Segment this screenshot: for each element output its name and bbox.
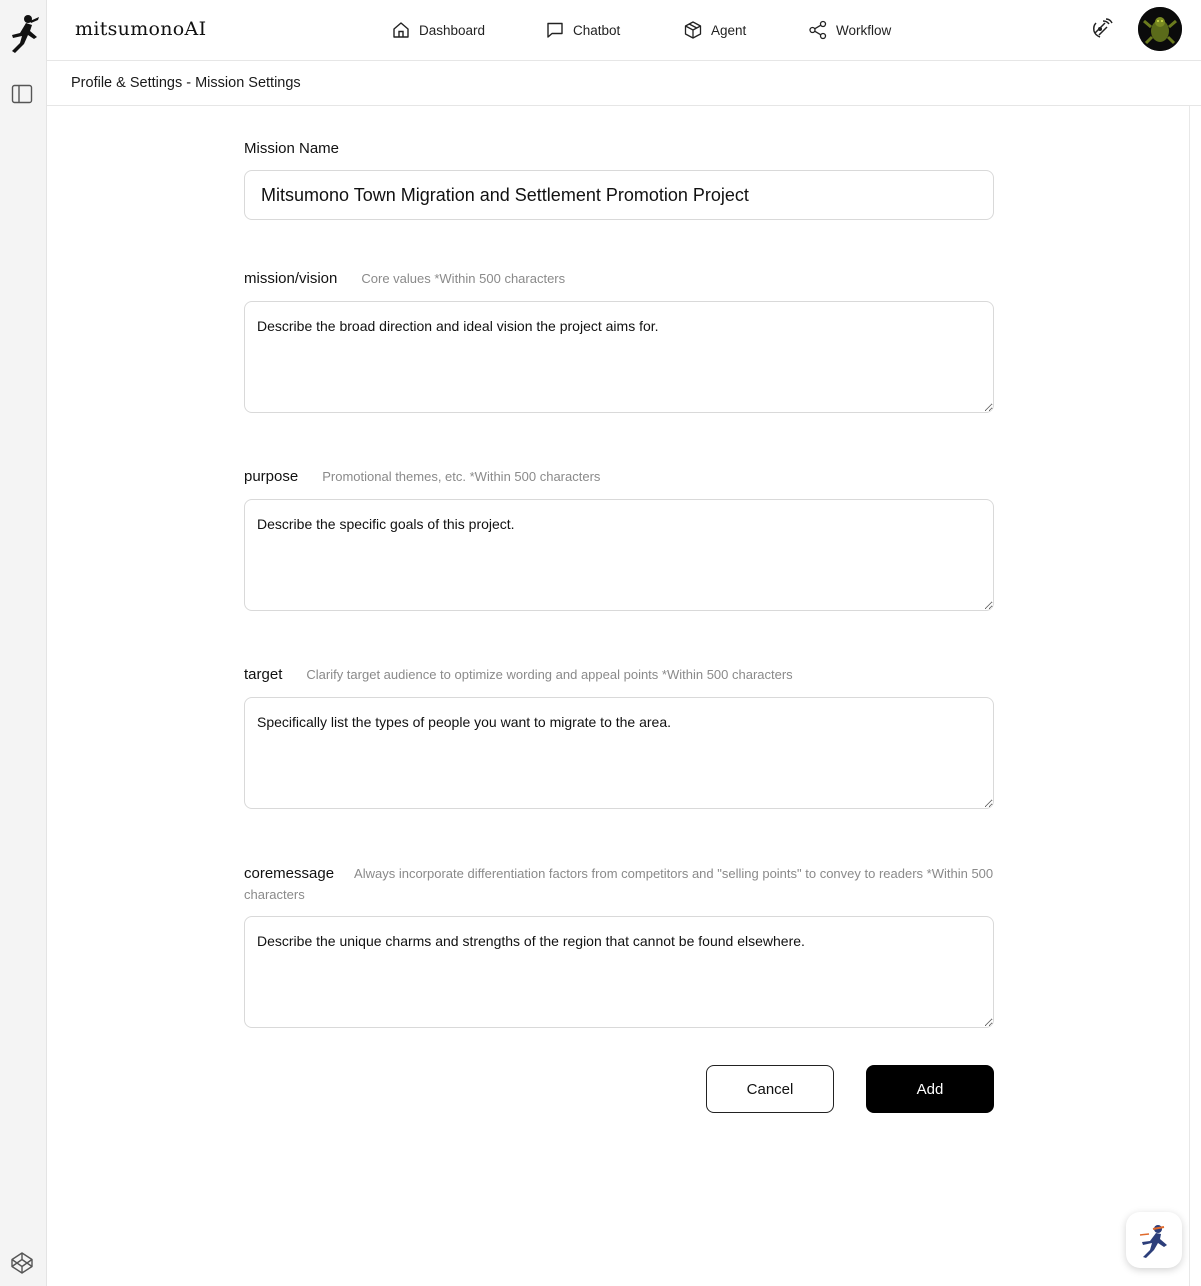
- nav-chatbot-label: Chatbot: [573, 22, 621, 38]
- mission-vision-label: mission/vision: [244, 270, 338, 287]
- sidebar-toggle-icon[interactable]: [11, 83, 33, 105]
- target-hint: Clarify target audience to optimize word…: [306, 667, 793, 682]
- mission-vision-hint: Core values *Within 500 characters: [361, 271, 566, 286]
- target-label-row: target Clarify target audience to optimi…: [244, 666, 793, 683]
- cube-icon: [684, 21, 702, 39]
- floating-helper-button[interactable]: [1126, 1212, 1182, 1268]
- signal-icon[interactable]: [1088, 17, 1114, 43]
- chat-bubble-icon: [547, 22, 563, 38]
- add-button[interactable]: Add: [866, 1065, 994, 1113]
- target-textarea[interactable]: [244, 697, 994, 809]
- breadcrumb: Profile & Settings - Mission Settings: [71, 75, 301, 91]
- home-icon: [393, 22, 409, 38]
- share-nodes-icon: [809, 20, 827, 40]
- nav-workflow[interactable]: Workflow: [808, 18, 891, 42]
- coremessage-label-row: coremessage Always incorporate differenti…: [244, 863, 994, 905]
- coremessage-textarea[interactable]: [244, 916, 994, 1028]
- top-navigation-bar: mitsumonoAI Dashboard Chatbot Agent Work…: [47, 0, 1201, 61]
- nav-agent-label: Agent: [711, 22, 747, 38]
- mission-name-label: Mission Name: [244, 140, 340, 157]
- avatar-image: [1138, 7, 1182, 51]
- user-avatar[interactable]: [1138, 7, 1182, 51]
- mission-name-input[interactable]: [244, 170, 994, 220]
- mission-vision-label-row: mission/vision Core values *Within 500 c…: [244, 270, 565, 287]
- cancel-button[interactable]: Cancel: [706, 1065, 834, 1113]
- scrollbar-track[interactable]: [1189, 106, 1190, 1286]
- coremessage-hint: Always incorporate differentiation facto…: [244, 866, 994, 902]
- ninja-helper-icon: [1139, 1225, 1167, 1258]
- mission-vision-textarea[interactable]: [244, 301, 994, 413]
- target-label: target: [244, 666, 283, 683]
- sidebar: [0, 0, 47, 1286]
- nav-workflow-label: Workflow: [836, 22, 892, 38]
- nav-dashboard[interactable]: Dashboard: [391, 18, 485, 42]
- nav-chatbot[interactable]: Chatbot: [545, 18, 620, 42]
- coremessage-label: coremessage: [244, 865, 335, 882]
- codepen-icon[interactable]: [10, 1251, 34, 1275]
- purpose-textarea[interactable]: [244, 499, 994, 611]
- breadcrumb-bar: Profile & Settings - Mission Settings: [47, 61, 1201, 106]
- purpose-label-row: purpose Promotional themes, etc. *Within…: [244, 468, 600, 485]
- purpose-hint: Promotional themes, etc. *Within 500 cha…: [322, 469, 601, 484]
- purpose-label: purpose: [244, 468, 299, 485]
- nav-dashboard-label: Dashboard: [419, 22, 486, 38]
- running-ninja-logo-icon[interactable]: [6, 13, 40, 53]
- nav-agent[interactable]: Agent: [683, 18, 746, 42]
- brand-name: mitsumonoAI: [75, 18, 207, 40]
